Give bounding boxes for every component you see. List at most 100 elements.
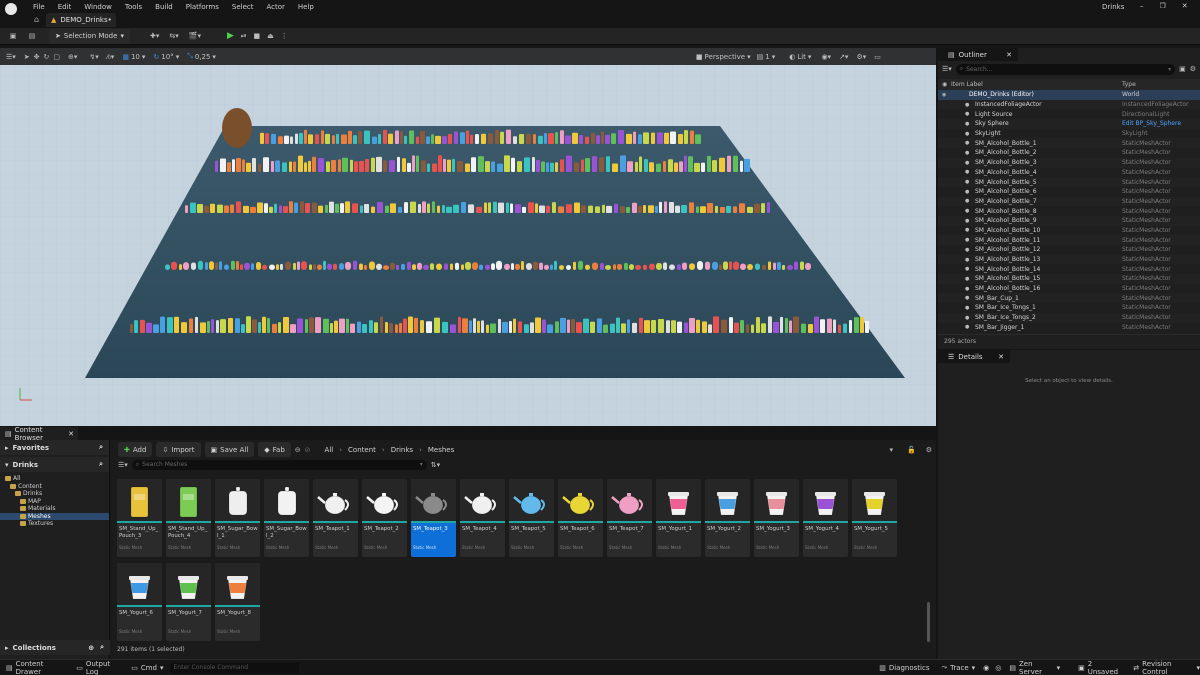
menu-item-edit[interactable]: Edit (58, 3, 72, 11)
scene-prop[interactable] (606, 205, 612, 213)
scene-prop[interactable] (470, 134, 473, 144)
scene-prop[interactable] (539, 205, 545, 213)
scene-prop[interactable] (614, 203, 618, 213)
scene-prop[interactable] (761, 323, 766, 333)
scene-prop[interactable] (705, 261, 710, 270)
scene-prop[interactable] (536, 159, 540, 172)
outliner-row[interactable]: ● SM_Alcohol_Bottle_1 StaticMeshActor (938, 138, 1200, 149)
scene-prop[interactable] (707, 155, 711, 172)
asset-tile[interactable]: SM_Teapot_2 Static Mesh (362, 479, 407, 557)
folder-drinks[interactable]: Drinks (0, 490, 109, 498)
scene-prop[interactable] (546, 162, 549, 172)
scene-prop[interactable] (444, 263, 448, 270)
snapshot-icon[interactable]: ◎ (995, 664, 1001, 672)
details-tab[interactable]: ☰ Details ✕ (938, 350, 1010, 363)
scene-prop[interactable] (423, 264, 429, 270)
scene-prop[interactable] (511, 263, 514, 270)
scene-prop[interactable] (635, 264, 641, 270)
asset-tile[interactable]: SM_Yogurt_1 Static Mesh (656, 479, 701, 557)
scene-prop[interactable] (165, 264, 170, 270)
outliner-row[interactable]: ● SM_Alcohol_Bottle_5 StaticMeshActor (938, 177, 1200, 187)
scene-prop[interactable] (383, 265, 389, 270)
scene-prop[interactable] (315, 317, 321, 333)
scene-prop[interactable] (432, 163, 437, 172)
scene-prop[interactable] (733, 206, 737, 213)
close-icon[interactable]: ✕ (1006, 51, 1012, 59)
scene-prop[interactable] (383, 129, 387, 144)
scene-prop[interactable] (663, 160, 666, 172)
scale-tool-icon[interactable]: ▢ (53, 53, 60, 61)
output-log-button[interactable]: ▭ Output Log (76, 660, 121, 675)
scene-prop[interactable] (246, 162, 251, 172)
scene-prop[interactable] (243, 205, 249, 213)
record-icon[interactable]: ◉ (983, 664, 989, 672)
scene-prop[interactable] (740, 263, 746, 270)
scene-prop[interactable] (756, 317, 760, 333)
scene-prop[interactable] (616, 317, 620, 333)
console-input[interactable]: Enter Console Command (169, 662, 300, 673)
scene-prop[interactable] (541, 161, 545, 172)
scene-prop[interactable] (509, 320, 512, 333)
scene-prop[interactable] (805, 262, 811, 270)
scene-prop[interactable] (403, 318, 407, 333)
scene-prop[interactable] (524, 157, 530, 172)
scene-prop[interactable] (167, 317, 173, 333)
folder-textures[interactable]: Textures (0, 520, 109, 528)
scene-prop[interactable] (702, 321, 707, 333)
collections-section[interactable]: ▸ Collections ⊕ ⌕ (0, 640, 110, 655)
scene-prop[interactable] (452, 158, 455, 172)
scene-prop[interactable] (635, 161, 638, 172)
scene-prop[interactable] (567, 319, 570, 333)
scene-prop[interactable] (236, 158, 241, 172)
outliner-row[interactable]: ● SM_Alcohol_Bottle_4 StaticMeshActor (938, 168, 1200, 178)
scene-prop[interactable] (618, 129, 624, 144)
asset-tile[interactable]: SM_Stand_Up_Pouch_4 Static Mesh (166, 479, 211, 557)
scene-prop[interactable] (318, 157, 324, 172)
scene-prop[interactable] (300, 201, 304, 213)
scene-prop[interactable] (533, 261, 538, 270)
scene-prop[interactable] (442, 321, 448, 333)
asset-scrollbar[interactable] (927, 602, 930, 642)
outliner-search-input[interactable]: Search... (966, 66, 992, 73)
scene-prop[interactable] (340, 203, 344, 213)
scene-prop[interactable] (513, 318, 516, 333)
scene-prop[interactable] (754, 203, 760, 213)
scene-prop[interactable] (271, 160, 274, 172)
scene-prop[interactable] (827, 318, 832, 333)
scene-prop[interactable] (498, 202, 504, 213)
scene-prop[interactable] (290, 324, 296, 333)
scene-prop[interactable] (341, 134, 347, 144)
scene-prop[interactable] (336, 133, 339, 144)
scene-prop[interactable] (733, 155, 738, 172)
scene-prop[interactable] (197, 203, 203, 213)
scene-prop[interactable] (626, 206, 630, 213)
scene-prop[interactable] (488, 133, 493, 144)
scene-prop[interactable] (295, 133, 298, 144)
scene-prop[interactable] (684, 130, 688, 144)
scene-prop[interactable] (426, 136, 430, 144)
scene-prop[interactable] (426, 321, 432, 333)
scene-prop[interactable] (160, 316, 165, 333)
scene-prop[interactable] (548, 133, 554, 144)
scene-prop[interactable] (282, 162, 287, 172)
folder-map[interactable]: MAP (0, 498, 109, 506)
outliner-row[interactable]: ● SM_Alcohol_Bottle_12 StaticMeshActor (938, 245, 1200, 255)
scene-prop[interactable] (211, 319, 214, 333)
scene-prop[interactable] (588, 205, 593, 213)
scene-prop[interactable] (241, 324, 245, 333)
engine-logo-icon[interactable] (5, 3, 17, 15)
scene-prop[interactable] (566, 204, 572, 213)
scene-prop[interactable] (854, 317, 859, 333)
scene-prop[interactable] (785, 317, 788, 333)
scene-prop[interactable] (280, 263, 283, 270)
scene-prop[interactable] (644, 159, 648, 172)
scene-prop[interactable] (690, 130, 694, 144)
folder-content[interactable]: Content (0, 483, 109, 491)
scene-prop[interactable] (720, 206, 725, 213)
scene-prop[interactable] (216, 320, 219, 333)
scene-prop[interactable] (643, 204, 646, 213)
scene-prop[interactable] (244, 262, 250, 270)
scene-prop[interactable] (793, 316, 799, 333)
step-icon[interactable]: ⏯ (241, 32, 247, 41)
scene-prop[interactable] (808, 324, 813, 333)
